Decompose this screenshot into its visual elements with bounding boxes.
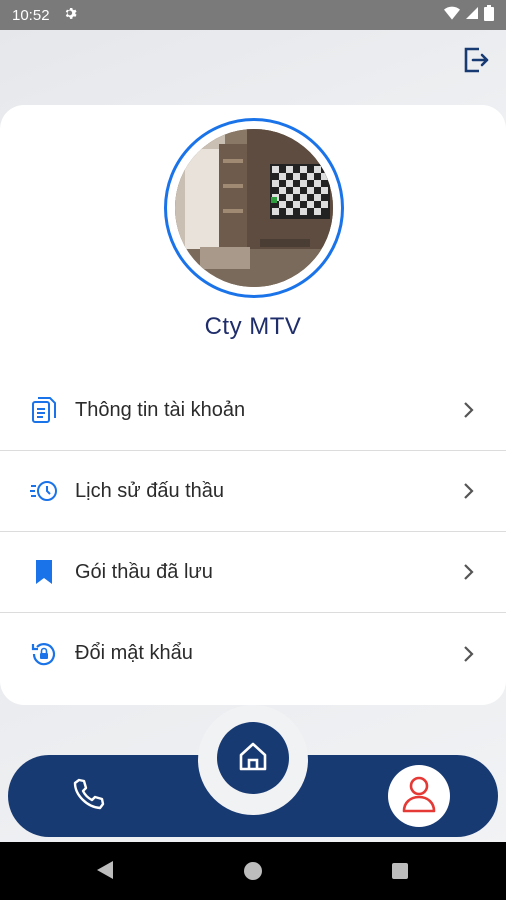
status-time: 10:52 [12,6,50,24]
menu-item-account-info[interactable]: Thông tin tài khoản [0,370,506,451]
home-icon [236,739,270,778]
history-icon [30,477,58,505]
profile-icon [400,774,438,819]
lock-reset-icon [30,640,58,668]
phone-icon [70,776,106,817]
menu-item-label: Lịch sử đấu thầu [75,479,225,502]
chevron-right-icon [459,644,479,664]
home-button[interactable] [217,722,289,794]
profile-button[interactable] [388,765,450,827]
company-name: Cty MTV [204,313,302,340]
logout-icon [461,45,491,80]
system-home-icon[interactable] [244,862,262,880]
chevron-right-icon [459,400,479,420]
battery-icon [484,5,494,25]
wifi-icon [444,6,460,24]
account-menu: Thông tin tài khoản Lịch sử đấu thầu Gói… [0,370,506,694]
menu-item-bid-history[interactable]: Lịch sử đấu thầu [0,451,506,532]
menu-item-saved-packages[interactable]: Gói thầu đã lưu [0,532,506,613]
chevron-right-icon [459,562,479,582]
phone-button[interactable] [68,776,108,816]
menu-item-change-password[interactable]: Đổi mật khẩu [0,613,506,694]
profile-card: Cty MTV Thông tin tài khoản Lịch sử đấu … [0,105,506,705]
status-bar: 10:52 [0,0,506,30]
signal-icon [466,6,478,24]
menu-item-label: Gói thầu đã lưu [75,560,213,583]
system-nav-bar [0,842,506,900]
recent-apps-icon[interactable] [392,863,408,879]
bookmark-icon [30,558,58,586]
avatar-ring [164,118,344,298]
settings-gear-icon [64,6,78,24]
menu-item-label: Đổi mật khẩu [75,642,193,664]
chevron-right-icon [459,481,479,501]
document-icon [30,396,58,424]
menu-item-label: Thông tin tài khoản [75,398,246,421]
avatar[interactable] [175,129,333,287]
logout-button[interactable] [458,44,494,80]
back-icon[interactable] [96,860,114,885]
